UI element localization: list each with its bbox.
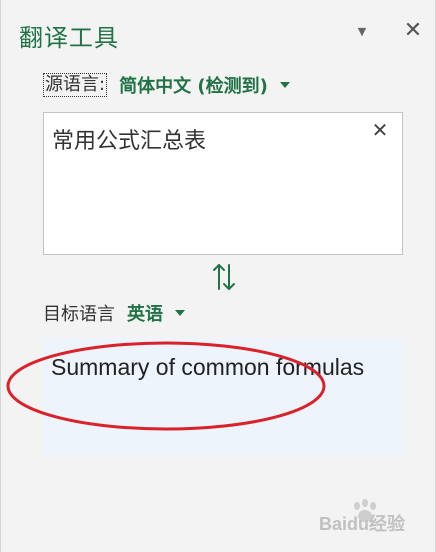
watermark: Baidu经验 — [319, 499, 431, 536]
watermark-text: Baidu经验 — [319, 514, 406, 534]
translation-output: Summary of common formulas — [43, 338, 403, 456]
source-text-input[interactable]: 常用公式汇总表 ✕ — [43, 112, 403, 255]
chevron-down-icon[interactable]: ▼ — [356, 26, 368, 38]
target-language-row: 目标语言 英语 — [43, 300, 185, 326]
translated-text: Summary of common formulas — [51, 354, 365, 380]
caret-down-icon — [175, 310, 185, 316]
target-language-label: 目标语言 — [43, 304, 115, 325]
source-language-label: 源语言: — [43, 73, 108, 97]
source-language-row: 源语言: 简体中文 (检测到) — [43, 72, 290, 98]
paw-logo-icon — [354, 499, 376, 522]
source-language-dropdown[interactable]: 简体中文 (检测到) — [119, 72, 290, 98]
clear-icon[interactable]: ✕ — [370, 119, 390, 141]
translator-pane: 翻译工具 ▼ ✕ 源语言: 简体中文 (检测到) 常用公式汇总表 ✕ 目标语言 … — [0, 0, 436, 552]
swap-arrows-icon[interactable] — [211, 261, 237, 293]
target-language-dropdown[interactable]: 英语 — [127, 300, 185, 326]
caret-down-icon — [279, 82, 290, 88]
target-language-value: 英语 — [127, 304, 163, 325]
close-icon[interactable]: ✕ — [403, 20, 423, 42]
source-text: 常用公式汇总表 — [52, 129, 207, 154]
source-language-value: 简体中文 (检测到) — [119, 76, 268, 97]
pane-title: 翻译工具 — [19, 24, 119, 52]
